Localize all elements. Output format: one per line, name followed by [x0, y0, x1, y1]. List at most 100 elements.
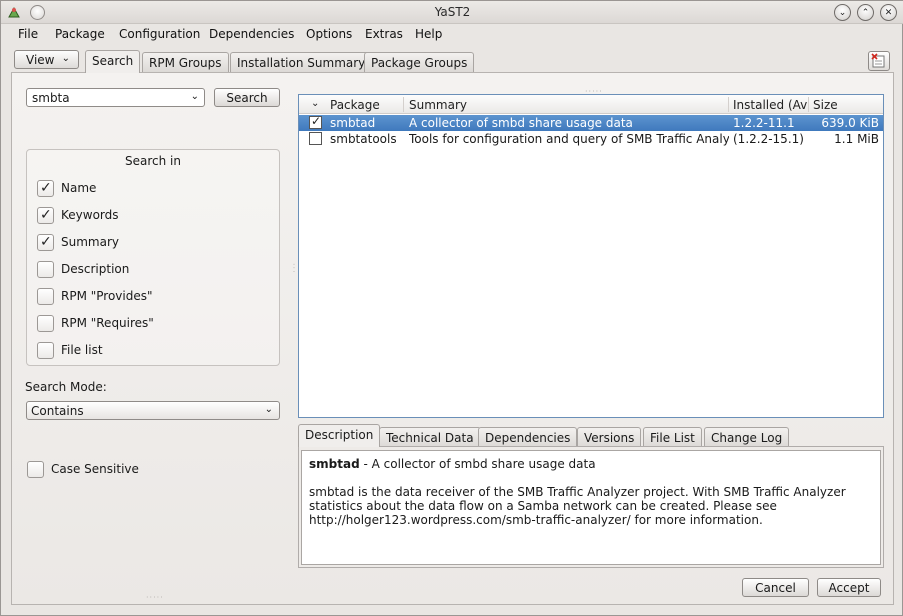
checkbox-box[interactable] — [37, 314, 54, 332]
menu-bar: File Package Configuration Dependencies … — [1, 24, 903, 44]
cell-installed: 1.2.2-11.1 — [733, 116, 795, 130]
checkbox-box[interactable]: ✓ — [37, 179, 54, 197]
close-button[interactable]: ✕ — [880, 4, 897, 21]
search-mode-label: Search Mode: — [25, 380, 107, 394]
description-heading: smbtad - A collector of smbd share usage… — [309, 457, 873, 471]
tab-versions[interactable]: Versions — [577, 427, 642, 447]
chevron-down-icon: ⌄ — [61, 53, 70, 64]
menu-options[interactable]: Options — [306, 27, 352, 41]
accept-button[interactable]: Accept — [817, 578, 881, 597]
chevron-up-icon: ⌃ — [861, 7, 870, 18]
chevron-down-icon: ⌄ — [264, 404, 273, 415]
tab-description[interactable]: Description — [298, 424, 381, 447]
maximize-button[interactable]: ⌃ — [857, 4, 874, 21]
splitter-grip[interactable]: ····· — [146, 593, 164, 602]
cell-summary: A collector of smbd share usage data — [409, 116, 633, 130]
close-icon: ✕ — [884, 7, 893, 18]
search-option-checkbox[interactable]: Description — [37, 260, 129, 278]
close-tab-button[interactable] — [868, 51, 890, 71]
cell-size: 1.1 MiB — [834, 132, 879, 146]
checkmark-icon: ✓ — [40, 233, 52, 250]
yast-window: YaST2 ⌄ ⌃ ✕ File Package Configuration D… — [0, 0, 903, 616]
search-option-label: Keywords — [61, 208, 119, 222]
row-checkbox[interactable]: ✓ — [309, 114, 322, 129]
description-summary: - A collector of smbd share usage data — [359, 457, 596, 471]
column-installed[interactable]: Installed (Ava — [733, 98, 807, 112]
checkbox-box[interactable] — [37, 260, 54, 278]
chevron-down-icon[interactable]: ⌄ — [311, 98, 319, 109]
search-in-group: Search in ✓ Name ✓ Keywords ✓ Summary Descript… — [26, 149, 280, 366]
cell-summary: Tools for configuration and query of SMB… — [409, 132, 729, 146]
column-separator — [403, 97, 404, 112]
menu-help[interactable]: Help — [415, 27, 442, 41]
menu-package[interactable]: Package — [55, 27, 105, 41]
close-document-icon — [871, 53, 885, 68]
title-bar[interactable]: YaST2 ⌄ ⌃ ✕ — [1, 1, 903, 24]
search-option-label: RPM "Requires" — [61, 316, 154, 330]
chevron-down-icon: ⌄ — [838, 7, 847, 18]
column-summary[interactable]: Summary — [409, 98, 729, 112]
column-size[interactable]: Size — [813, 98, 873, 112]
menu-file[interactable]: File — [18, 27, 38, 41]
search-option-label: File list — [61, 343, 103, 357]
search-option-checkbox[interactable]: ✓ Summary — [37, 233, 119, 251]
search-option-checkbox[interactable]: ✓ Keywords — [37, 206, 119, 224]
table-row[interactable]: ✓ smbtad A collector of smbd share usage d… — [299, 114, 883, 131]
view-menu-button[interactable]: View ⌄ — [14, 50, 79, 69]
search-option-label: Summary — [61, 235, 119, 249]
menu-configuration[interactable]: Configuration — [119, 27, 200, 41]
search-query: smbta — [32, 91, 70, 105]
tab-installation-summary[interactable]: Installation Summary — [230, 52, 373, 72]
checkbox-box[interactable]: ✓ — [37, 233, 54, 251]
tab-technical-data[interactable]: Technical Data — [379, 427, 481, 447]
tab-change-log[interactable]: Change Log — [704, 427, 790, 447]
tab-dependencies[interactable]: Dependencies — [478, 427, 578, 447]
tab-search[interactable]: Search — [85, 50, 141, 73]
minimize-button[interactable]: ⌄ — [834, 4, 851, 21]
checkbox-box[interactable] — [37, 341, 54, 359]
checkbox-box[interactable] — [27, 460, 44, 478]
description-text: smbtad is the data receiver of the SMB T… — [309, 485, 846, 527]
cancel-button[interactable]: Cancel — [742, 578, 809, 597]
splitter-grip[interactable]: ····· — [585, 87, 603, 96]
search-option-checkbox[interactable]: File list — [37, 341, 103, 359]
cell-package: smbtatools — [330, 132, 397, 146]
table-row[interactable]: smbtatools Tools for configuration and qu… — [299, 131, 883, 147]
search-option-label: RPM "Provides" — [61, 289, 153, 303]
checkmark-icon: ✓ — [311, 114, 322, 128]
cell-size: 639.0 KiB — [821, 116, 879, 130]
case-sensitive-label: Case Sensitive — [51, 462, 139, 476]
tab-file-list[interactable]: File List — [643, 427, 702, 447]
search-mode-select[interactable]: Contains ⌄ — [26, 401, 280, 420]
search-in-title: Search in — [125, 154, 181, 168]
menu-dependencies[interactable]: Dependencies — [209, 27, 294, 41]
package-table: ⌄ Package Summary Installed (Ava Size ✓ s… — [298, 94, 884, 418]
window-title: YaST2 — [434, 5, 471, 19]
checkmark-icon: ✓ — [40, 179, 52, 196]
checkbox-box[interactable]: ✓ — [37, 206, 54, 224]
cell-package: smbtad — [330, 116, 376, 130]
view-label: View — [26, 53, 55, 67]
tab-package-groups[interactable]: Package Groups — [364, 52, 475, 72]
splitter-grip[interactable]: ··· — [289, 263, 298, 274]
chevron-down-icon[interactable]: ⌄ — [191, 91, 199, 102]
tab-rpm-groups[interactable]: RPM Groups — [142, 52, 229, 72]
description-panel[interactable]: smbtad - A collector of smbd share usage… — [301, 450, 881, 565]
checkbox-box[interactable] — [37, 287, 54, 305]
case-sensitive-checkbox[interactable]: Case Sensitive — [27, 460, 139, 478]
row-checkbox[interactable] — [309, 132, 322, 145]
table-header: ⌄ Package Summary Installed (Ava Size — [299, 95, 883, 114]
search-button[interactable]: Search — [214, 88, 280, 107]
search-option-checkbox[interactable]: RPM "Requires" — [37, 314, 154, 332]
search-option-checkbox[interactable]: ✓ Name — [37, 179, 96, 197]
cell-installed: (1.2.2-15.1) — [733, 132, 804, 146]
search-mode-value: Contains — [31, 404, 84, 418]
column-separator — [808, 97, 809, 112]
menu-extras[interactable]: Extras — [365, 27, 403, 41]
search-option-label: Description — [61, 262, 130, 276]
search-input[interactable]: smbta ⌄ — [26, 88, 205, 107]
search-option-checkbox[interactable]: RPM "Provides" — [37, 287, 153, 305]
search-option-label: Name — [61, 181, 97, 195]
column-package[interactable]: Package — [330, 98, 400, 112]
top-tab-strip: View ⌄ Search RPM Groups Installation Su… — [1, 47, 903, 73]
